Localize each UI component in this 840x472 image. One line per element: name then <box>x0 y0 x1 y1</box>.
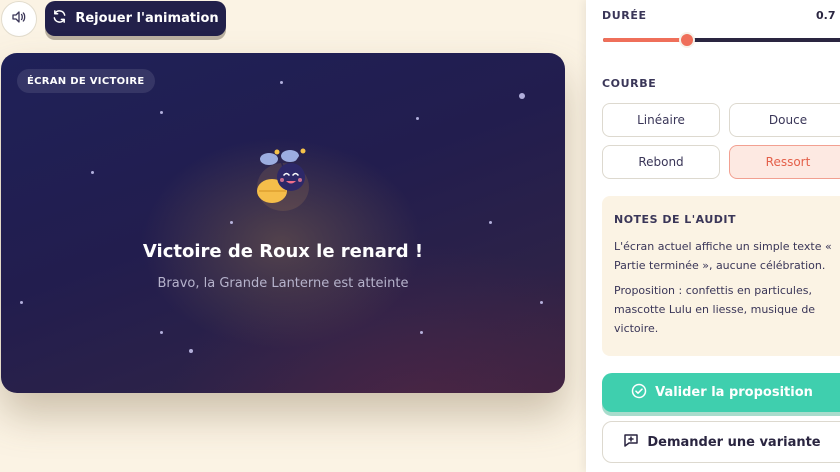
star-decoration <box>20 301 23 304</box>
curve-option-douce[interactable]: Douce <box>729 103 840 137</box>
validate-proposal-label: Valider la proposition <box>655 385 813 400</box>
duration-slider-fill <box>603 38 687 42</box>
victory-title: Victoire de Roux le renard ! <box>142 241 424 262</box>
refresh-icon <box>52 9 67 28</box>
star-decoration <box>489 221 492 224</box>
curve-option-ressort[interactable]: Ressort <box>729 145 840 179</box>
duration-slider-thumb[interactable] <box>679 32 695 48</box>
firefly-mascot-icon <box>257 148 309 211</box>
settings-panel: DURÉE 0.7 COURBE Linéaire Douce Rebond R… <box>586 0 840 472</box>
audit-note-paragraph: Proposition : confettis en particules, m… <box>614 284 816 335</box>
victory-screen-preview: ÉCRAN DE VICTOIRE Victoire de Roux le re… <box>1 53 565 393</box>
curve-option-lineaire[interactable]: Linéaire <box>602 103 720 137</box>
star-decoration <box>91 171 94 174</box>
star-decoration <box>519 93 525 99</box>
check-circle-icon <box>631 383 647 403</box>
victory-subtitle: Bravo, la Grande Lanterne est atteinte <box>157 276 409 291</box>
request-variant-label: Demander une variante <box>647 434 821 450</box>
duration-value: 0.7 <box>816 9 836 22</box>
star-decoration <box>230 221 233 224</box>
audit-note-paragraph: L'écran actuel affiche un simple texte «… <box>614 240 832 272</box>
screen-badge: ÉCRAN DE VICTOIRE <box>17 69 155 93</box>
sound-toggle-button[interactable] <box>1 1 37 37</box>
star-decoration <box>160 331 163 334</box>
duration-label: DURÉE <box>602 9 647 22</box>
duration-slider[interactable] <box>603 32 840 48</box>
star-decoration <box>540 301 543 304</box>
star-decoration <box>420 331 423 334</box>
star-decoration <box>160 111 163 114</box>
star-decoration <box>189 349 193 353</box>
validate-proposal-button[interactable]: Valider la proposition <box>602 373 840 412</box>
audit-notes: NOTES DE L'AUDIT L'écran actuel affiche … <box>602 196 840 356</box>
star-decoration <box>280 81 283 84</box>
speaker-icon <box>11 9 27 29</box>
request-variant-button[interactable]: Demander une variante <box>602 421 840 463</box>
replay-animation-label: Rejouer l'animation <box>75 11 219 26</box>
star-decoration <box>416 117 419 120</box>
audit-notes-title: NOTES DE L'AUDIT <box>614 213 737 226</box>
comment-plus-icon <box>623 432 639 452</box>
curve-option-rebond[interactable]: Rebond <box>602 145 720 179</box>
curve-label: COURBE <box>602 77 657 90</box>
replay-animation-button[interactable]: Rejouer l'animation <box>45 1 226 36</box>
